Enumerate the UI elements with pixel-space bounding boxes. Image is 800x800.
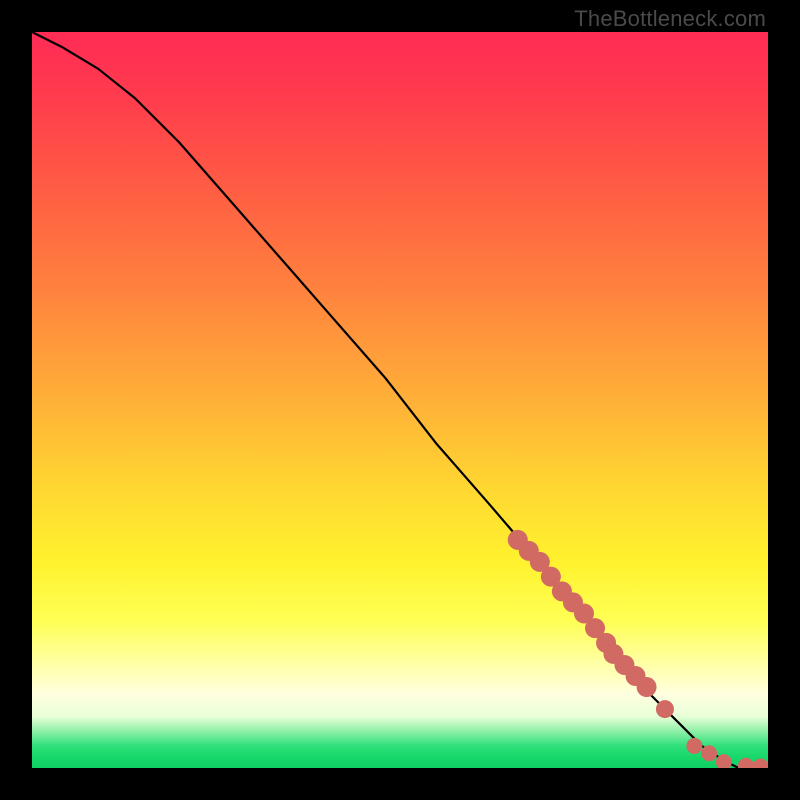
data-marker <box>656 700 674 718</box>
data-marker <box>753 759 768 768</box>
chart-svg <box>32 32 768 768</box>
data-marker <box>738 758 754 768</box>
curve-layer <box>32 32 768 768</box>
data-marker <box>637 677 657 697</box>
watermark-text: TheBottleneck.com <box>574 6 766 32</box>
plot-area <box>32 32 768 768</box>
bottleneck-curve <box>32 32 768 768</box>
data-marker <box>686 738 702 754</box>
marker-layer <box>508 530 768 768</box>
data-marker <box>701 745 717 761</box>
